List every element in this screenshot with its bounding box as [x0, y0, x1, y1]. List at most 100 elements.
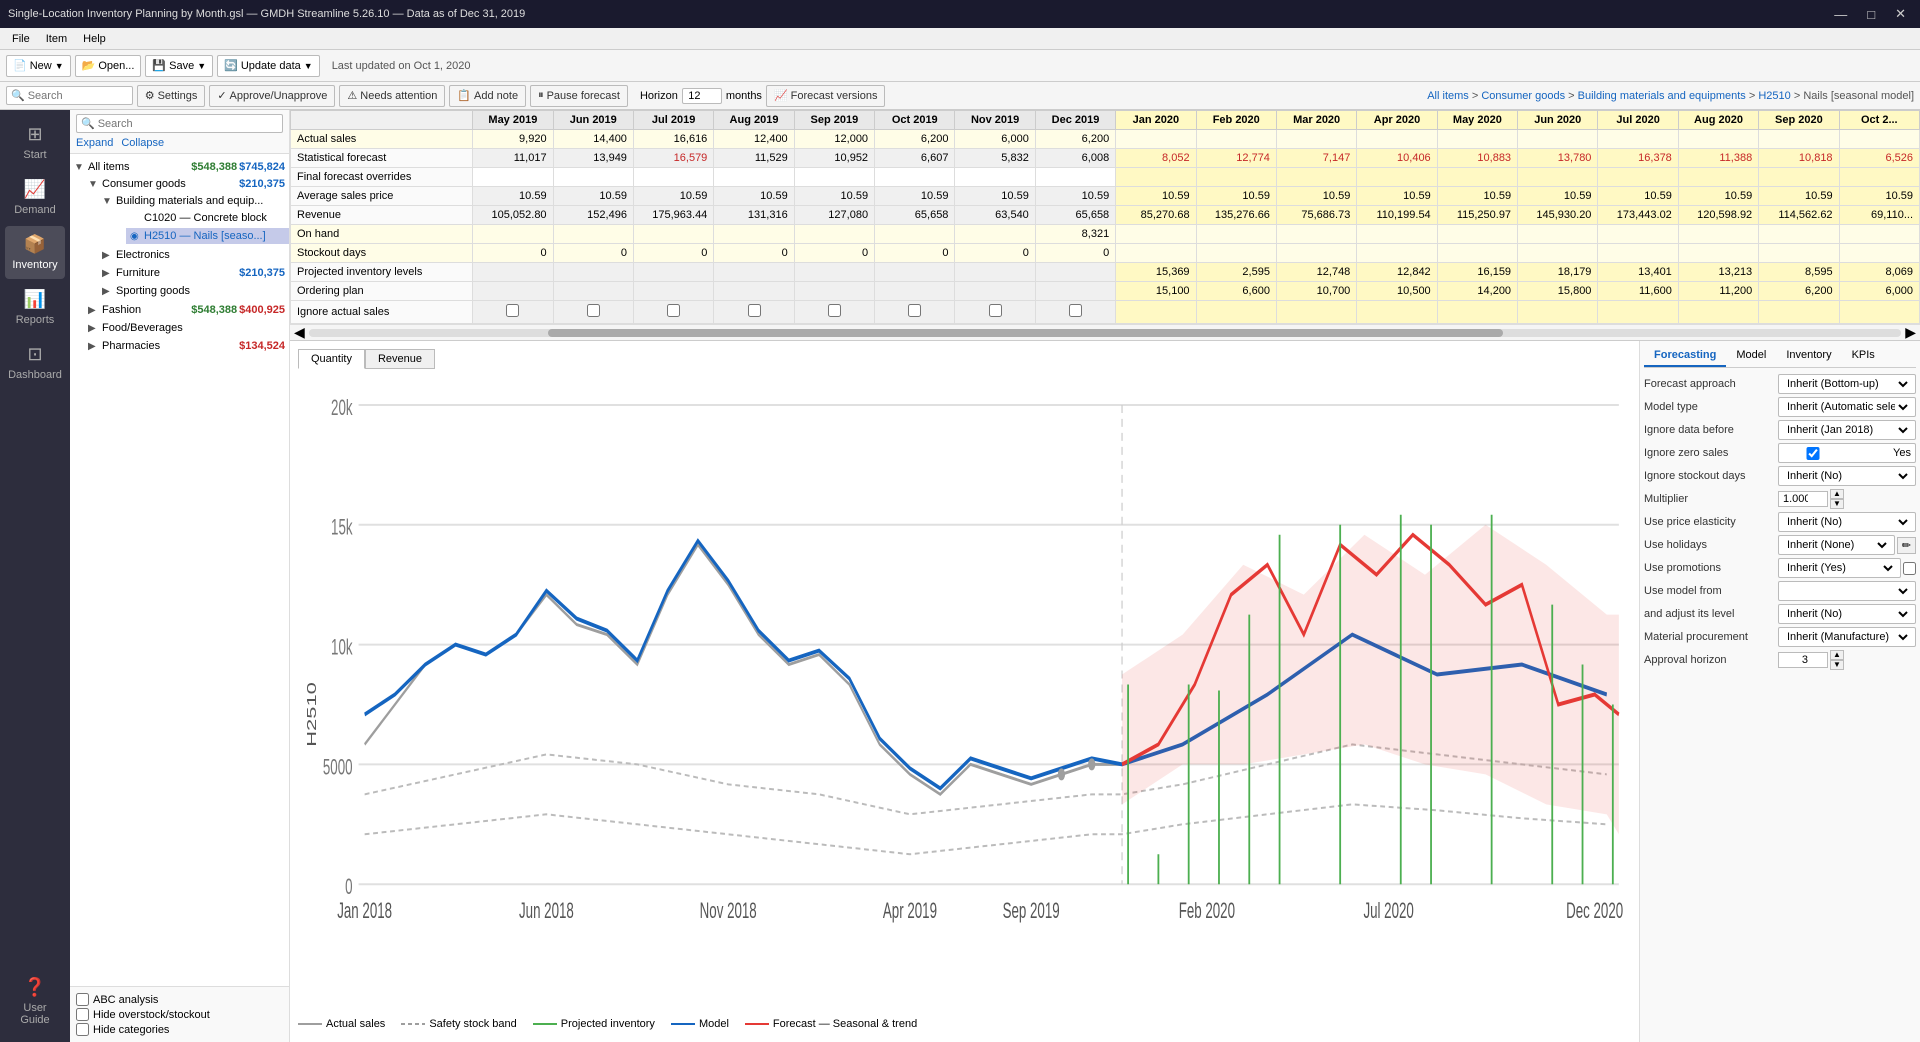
- tab-revenue[interactable]: Revenue: [365, 349, 435, 369]
- sidebar-item-dashboard[interactable]: ⊡ Dashboard: [5, 336, 65, 389]
- save-button[interactable]: 💾 Save ▼: [145, 55, 213, 77]
- cell-ff-oct19[interactable]: [875, 168, 955, 187]
- tree-row-consumer-goods[interactable]: ▼ Consumer goods $210,375: [84, 176, 289, 192]
- horizon-input[interactable]: [682, 88, 722, 104]
- menu-file[interactable]: File: [4, 31, 38, 47]
- cell-ff-sep19[interactable]: [794, 168, 874, 187]
- adjust-level-select[interactable]: Inherit (No): [1783, 607, 1911, 621]
- cell-ff-may19[interactable]: [473, 168, 553, 187]
- ignore-stockout-select[interactable]: Inherit (No): [1783, 469, 1911, 483]
- sidebar-item-demand[interactable]: 📈 Demand: [5, 171, 65, 224]
- price-elasticity-select[interactable]: Inherit (No): [1783, 515, 1911, 529]
- sidebar-item-reports[interactable]: 📊 Reports: [5, 281, 65, 334]
- menu-item[interactable]: Item: [38, 31, 75, 47]
- material-procurement-select[interactable]: Inherit (Manufacture): [1783, 630, 1911, 644]
- expand-link[interactable]: Expand: [76, 137, 113, 149]
- breadcrumb-building[interactable]: Building materials and equipments: [1578, 90, 1746, 102]
- menu-help[interactable]: Help: [75, 31, 114, 47]
- approval-horizon-up[interactable]: ▲: [1830, 650, 1844, 660]
- cell-ff-jun20[interactable]: [1518, 168, 1598, 187]
- cell-ff-aug19[interactable]: [714, 168, 794, 187]
- cell-ff-dec19[interactable]: [1035, 168, 1115, 187]
- tree-toggle-pharmacies[interactable]: ▶: [88, 341, 102, 352]
- approval-horizon-down[interactable]: ▼: [1830, 660, 1844, 670]
- cell-ff-oct20[interactable]: [1839, 168, 1919, 187]
- abc-analysis-checkbox[interactable]: [76, 993, 89, 1006]
- breadcrumb-consumer-goods[interactable]: Consumer goods: [1481, 90, 1565, 102]
- ignore-aug19[interactable]: [748, 304, 761, 317]
- tree-toggle-fashion[interactable]: ▶: [88, 305, 102, 316]
- tree-toggle-all[interactable]: ▼: [74, 162, 88, 173]
- tree-toggle-building[interactable]: ▼: [102, 196, 116, 207]
- update-dropdown-icon[interactable]: ▼: [304, 61, 313, 71]
- needs-attention-button[interactable]: ⚠ Needs attention: [339, 85, 445, 107]
- breadcrumb-all-items[interactable]: All items: [1427, 90, 1469, 102]
- table-scrollbar[interactable]: ◀ ▶: [290, 324, 1920, 340]
- ignore-may19[interactable]: [506, 304, 519, 317]
- cell-ff-feb20[interactable]: [1196, 168, 1276, 187]
- cell-ff-mar20[interactable]: [1276, 168, 1356, 187]
- sidebar-item-inventory[interactable]: 📦 Inventory: [5, 226, 65, 279]
- cell-ff-jul19[interactable]: [633, 168, 713, 187]
- tree-row-food[interactable]: ▶ Food/Beverages: [84, 320, 289, 336]
- tree-row-all-items[interactable]: ▼ All items $548,388 $745,824: [70, 159, 289, 175]
- cell-ff-jun19[interactable]: [553, 168, 633, 187]
- scrollbar-thumb[interactable]: [548, 329, 1503, 337]
- tree-toggle-electronics[interactable]: ▶: [102, 250, 116, 261]
- breadcrumb-h2510[interactable]: H2510: [1758, 90, 1790, 102]
- holidays-edit-button[interactable]: ✏: [1897, 537, 1916, 554]
- use-model-from-select[interactable]: [1783, 584, 1911, 598]
- settings-tab-kpis[interactable]: KPIs: [1842, 345, 1885, 367]
- close-button[interactable]: ✕: [1889, 4, 1912, 24]
- model-type-select[interactable]: Inherit (Automatic selection): [1783, 400, 1911, 414]
- multiplier-up[interactable]: ▲: [1830, 489, 1844, 499]
- tree-toggle-food[interactable]: ▶: [88, 323, 102, 334]
- cell-ff-jul20[interactable]: [1598, 168, 1678, 187]
- approve-button[interactable]: ✓ Approve/Unapprove: [209, 85, 335, 107]
- promotions-checkbox[interactable]: [1903, 562, 1916, 575]
- save-dropdown-icon[interactable]: ▼: [197, 61, 206, 71]
- approval-horizon-input[interactable]: [1778, 652, 1828, 668]
- promotions-select[interactable]: Inherit (Yes): [1783, 561, 1896, 575]
- tree-row-fashion[interactable]: ▶ Fashion $548,388 $400,925: [84, 302, 289, 318]
- ignore-sep19[interactable]: [828, 304, 841, 317]
- search-input[interactable]: [28, 90, 128, 102]
- tree-row-pharmacies[interactable]: ▶ Pharmacies $134,524: [84, 338, 289, 354]
- new-button[interactable]: 📄 New ▼: [6, 55, 71, 77]
- tree-row-c1020[interactable]: C1020 — Concrete block: [126, 210, 289, 226]
- tree-toggle-consumer[interactable]: ▼: [88, 179, 102, 190]
- holidays-select[interactable]: Inherit (None): [1783, 538, 1890, 552]
- settings-tab-inventory[interactable]: Inventory: [1776, 345, 1841, 367]
- cell-ff-aug20[interactable]: [1678, 168, 1758, 187]
- collapse-link[interactable]: Collapse: [121, 137, 164, 149]
- settings-button[interactable]: ⚙ Settings: [137, 85, 206, 107]
- new-dropdown-icon[interactable]: ▼: [55, 61, 64, 71]
- multiplier-input[interactable]: [1778, 491, 1828, 507]
- ignore-data-before-select[interactable]: Inherit (Jan 2018): [1783, 423, 1911, 437]
- hide-categories-checkbox[interactable]: [76, 1023, 89, 1036]
- tree-row-electronics[interactable]: ▶ Electronics: [98, 247, 289, 263]
- cell-ff-nov19[interactable]: [955, 168, 1035, 187]
- minimize-button[interactable]: —: [1828, 4, 1853, 24]
- sidebar-item-user-guide[interactable]: ❓ User Guide: [5, 969, 65, 1034]
- scroll-left-btn[interactable]: ◀: [294, 324, 305, 341]
- tree-row-furniture[interactable]: ▶ Furniture $210,375: [98, 265, 289, 281]
- tree-toggle-sporting[interactable]: ▶: [102, 286, 116, 297]
- cell-ff-jan20[interactable]: [1116, 168, 1196, 187]
- tree-row-h2510[interactable]: ◉ H2510 — Nails [seaso...]: [126, 228, 289, 244]
- ignore-jun19[interactable]: [587, 304, 600, 317]
- cell-ff-apr20[interactable]: [1357, 168, 1437, 187]
- update-button[interactable]: 🔄 Update data ▼: [217, 55, 320, 77]
- cell-ff-sep20[interactable]: [1759, 168, 1839, 187]
- ignore-jul19[interactable]: [667, 304, 680, 317]
- tree-row-sporting[interactable]: ▶ Sporting goods: [98, 283, 289, 299]
- tree-toggle-furniture[interactable]: ▶: [102, 268, 116, 279]
- open-button[interactable]: 📂 Open...: [75, 55, 142, 77]
- settings-tab-forecasting[interactable]: Forecasting: [1644, 345, 1726, 367]
- scroll-right-btn[interactable]: ▶: [1905, 324, 1916, 341]
- multiplier-down[interactable]: ▼: [1830, 499, 1844, 509]
- forecast-versions-button[interactable]: 📈 Forecast versions: [766, 85, 886, 107]
- ignore-oct19[interactable]: [908, 304, 921, 317]
- forecast-approach-select[interactable]: Inherit (Bottom-up): [1783, 377, 1911, 391]
- cell-ff-may20[interactable]: [1437, 168, 1517, 187]
